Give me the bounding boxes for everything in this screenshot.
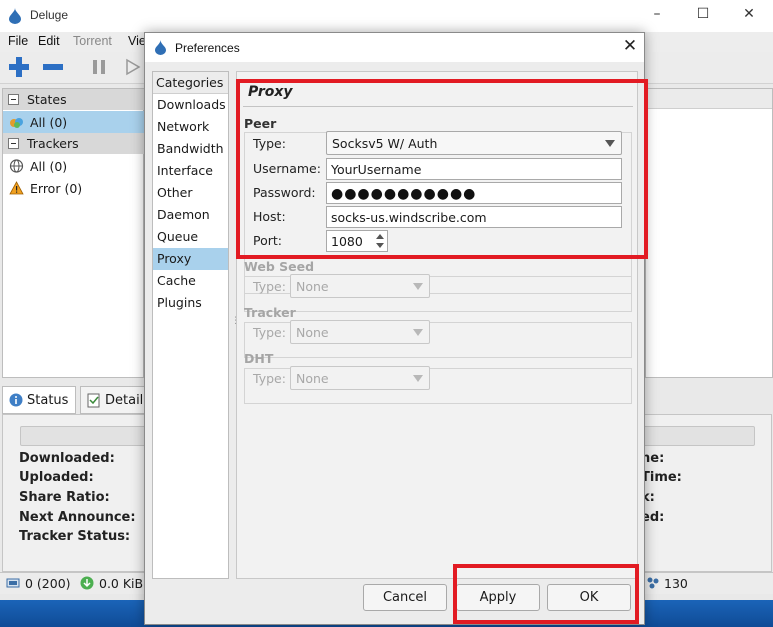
dht-nodes-icon — [647, 577, 659, 589]
dht-section-title: DHT — [244, 351, 274, 366]
sidebar-item-label: All (0) — [30, 159, 68, 174]
uploaded-label: Uploaded: — [19, 470, 94, 485]
tab-status[interactable]: Status — [2, 386, 76, 414]
download-speed-icon — [80, 576, 94, 590]
remove-torrent-icon[interactable] — [42, 56, 64, 78]
category-queue[interactable]: Queue — [153, 226, 228, 248]
main-titlebar: Deluge – ☐ ✕ — [0, 0, 773, 32]
dht-nodes-count: 130 — [664, 576, 688, 591]
minimize-button[interactable]: – — [634, 6, 680, 28]
all-states-icon — [10, 118, 23, 128]
web-seed-proxy-type-select[interactable]: None — [290, 274, 430, 298]
warning-icon — [9, 181, 24, 195]
dialog-titlebar: Preferences ✕ — [145, 33, 644, 62]
category-proxy[interactable]: Proxy — [153, 248, 228, 270]
details-icon — [87, 393, 100, 408]
next-announce-label: Next Announce: — [19, 510, 136, 525]
deluge-logo-icon — [155, 40, 166, 55]
torrent-list-header — [646, 89, 772, 109]
category-other[interactable]: Other — [153, 182, 228, 204]
states-section-header[interactable]: States — [3, 89, 144, 110]
web-seed-type-label: Type: — [253, 279, 286, 294]
category-downloads[interactable]: Downloads — [153, 94, 228, 116]
tab-details[interactable]: Detail — [80, 386, 146, 414]
download-speed: 0.0 KiB — [99, 576, 144, 591]
tracker-section-title: Tracker — [244, 305, 296, 320]
filter-sidebar: States All (0) Trackers All (0) Error (0… — [2, 88, 144, 378]
sidebar-item-all-states[interactable]: All (0) — [3, 111, 144, 133]
category-daemon[interactable]: Daemon — [153, 204, 228, 226]
sidebar-item-all-trackers[interactable]: All (0) — [3, 155, 144, 177]
collapse-icon[interactable] — [8, 138, 19, 149]
sidebar-item-label: Error (0) — [30, 181, 83, 196]
torrent-list[interactable] — [645, 88, 773, 378]
maximize-button[interactable]: ☐ — [680, 6, 726, 28]
category-interface[interactable]: Interface — [153, 160, 228, 182]
pause-icon[interactable] — [90, 57, 108, 77]
tracker-status-label: Tracker Status: — [19, 529, 131, 544]
categories-list: Categories Downloads Network Bandwidth I… — [152, 71, 229, 579]
tracker-type-label: Type: — [253, 325, 286, 340]
menu-edit[interactable]: Edit — [38, 34, 60, 48]
menu-torrent[interactable]: Torrent — [73, 34, 112, 48]
category-bandwidth[interactable]: Bandwidth — [153, 138, 228, 160]
sidebar-item-error[interactable]: Error (0) — [3, 177, 144, 199]
pane-resize-handle[interactable]: ⋮ — [231, 316, 240, 330]
chevron-down-icon — [413, 329, 423, 336]
main-window-title: Deluge — [30, 8, 69, 22]
chevron-down-icon — [413, 375, 423, 382]
peer-settings-highlight — [236, 79, 648, 259]
web-seed-section-title: Web Seed — [244, 259, 315, 274]
info-right-label: Time: — [641, 470, 682, 485]
dht-type-label: Type: — [253, 371, 286, 386]
dht-proxy-type-select[interactable]: None — [290, 366, 430, 390]
category-network[interactable]: Network — [153, 116, 228, 138]
resume-icon[interactable] — [124, 57, 142, 77]
chevron-down-icon — [413, 283, 423, 290]
add-torrent-icon[interactable] — [8, 56, 30, 78]
tracker-proxy-type-select[interactable]: None — [290, 320, 430, 344]
connections-count: 0 (200) — [25, 576, 71, 591]
connections-icon — [6, 578, 20, 588]
collapse-icon[interactable] — [8, 94, 19, 105]
close-icon[interactable]: ✕ — [619, 36, 641, 58]
close-window-button[interactable]: ✕ — [726, 6, 772, 28]
trackers-section-header[interactable]: Trackers — [3, 133, 144, 154]
menu-file[interactable]: File — [8, 34, 28, 48]
sidebar-item-label: All (0) — [30, 115, 68, 130]
share-ratio-label: Share Ratio: — [19, 490, 110, 505]
category-cache[interactable]: Cache — [153, 270, 228, 292]
globe-icon — [9, 159, 24, 173]
dialog-title: Preferences — [175, 41, 240, 55]
info-icon — [9, 393, 23, 407]
cancel-button[interactable]: Cancel — [363, 584, 447, 611]
apply-ok-highlight — [453, 564, 639, 624]
deluge-logo-icon — [9, 8, 21, 24]
categories-header[interactable]: Categories — [153, 72, 228, 94]
downloaded-label: Downloaded: — [19, 451, 115, 466]
category-plugins[interactable]: Plugins — [153, 292, 228, 314]
